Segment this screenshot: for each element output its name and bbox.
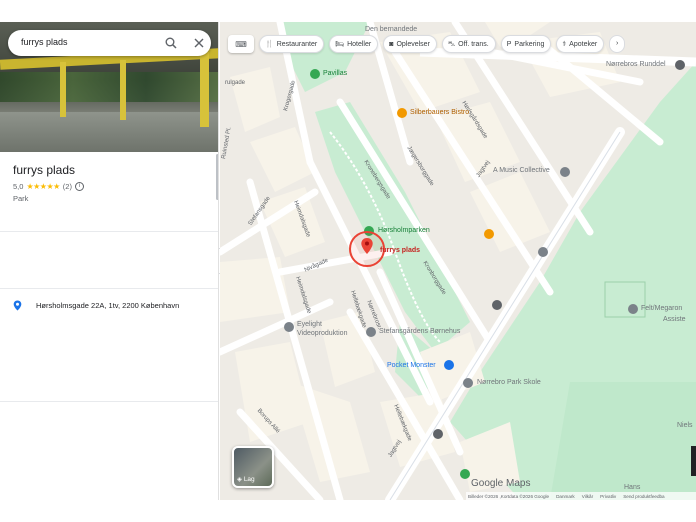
star-icons: ★★★★★ <box>26 182 60 191</box>
map-canvas[interactable]: Krogergade rulgade Ruinsted Pl. Stefansg… <box>220 22 696 500</box>
photo-trees <box>0 72 218 102</box>
poi-icon[interactable] <box>538 247 548 257</box>
layers-button[interactable]: ◈ Lag <box>232 446 274 488</box>
place-type[interactable]: Park <box>13 194 28 203</box>
park-icon[interactable] <box>310 69 320 79</box>
review-count[interactable]: (2) <box>63 182 72 191</box>
school-icon[interactable] <box>366 327 376 337</box>
transit-icon: ⛍ <box>447 40 456 48</box>
terms-link[interactable]: Vilkår <box>582 494 593 499</box>
transit-icon[interactable] <box>433 429 443 439</box>
chip-label: Restauranter <box>276 40 318 48</box>
search-icon[interactable] <box>164 36 178 50</box>
map-label[interactable]: Nørrebros Runddel <box>606 61 666 68</box>
chip-label: Parkering <box>514 40 545 48</box>
search-box[interactable]: furrys plads <box>8 30 211 56</box>
address-text: Hørsholmsgade 22A, 1tv, 2200 København <box>36 301 180 310</box>
place-photo[interactable]: furrys plads <box>0 22 218 152</box>
privacy-link[interactable]: Privatliv <box>600 494 616 499</box>
transit-icon[interactable] <box>492 300 502 310</box>
panel-scrollbar[interactable] <box>216 154 218 200</box>
photo-ground <box>0 112 218 152</box>
chip-hotels[interactable]: 🛏 Hoteller <box>329 35 379 53</box>
chip-label: Hoteller <box>347 40 372 48</box>
map-label: Hans <box>624 484 641 491</box>
map-label[interactable]: Videoproduktion <box>297 330 347 337</box>
poi-icon[interactable] <box>628 304 638 314</box>
side-control[interactable] <box>691 446 696 476</box>
chip-pharmacies[interactable]: ⚕ Apoteker <box>556 35 605 53</box>
map-label[interactable]: Felt/Megaron <box>641 305 682 312</box>
google-maps-logo: Google Maps <box>471 478 531 489</box>
chip-transit[interactable]: ⛍ Off. trans. <box>441 35 496 53</box>
close-icon[interactable] <box>192 36 206 50</box>
chip-attractions[interactable]: ◙ Oplevelser <box>383 35 437 53</box>
divider <box>0 231 218 232</box>
photo-post <box>200 52 209 127</box>
bed-icon: 🛏 <box>335 41 345 48</box>
rating-row[interactable]: 5,0 ★★★★★ (2) i <box>13 182 84 191</box>
park-icon[interactable] <box>460 469 470 479</box>
map-label: Assiste <box>663 316 686 323</box>
selected-place-label[interactable]: furrys plads <box>380 247 420 254</box>
map-label[interactable]: Nørrebro Park Skole <box>477 379 541 386</box>
parking-icon: P <box>506 40 512 48</box>
address-row[interactable]: Hørsholmsgade 22A, 1tv, 2200 København <box>13 300 179 311</box>
chevron-right-icon: › <box>616 40 619 47</box>
photo-post <box>60 62 66 117</box>
rating-value: 5,0 <box>13 182 24 191</box>
chip-label: Off. trans. <box>458 40 489 48</box>
map-label[interactable]: Stefansgårdens Børnehus <box>379 328 460 335</box>
poi-icon[interactable] <box>284 322 294 332</box>
keyboard-icon: ⌨ <box>235 39 247 49</box>
attribution-bar: Billeder ©2026 ,Kortdata ©2026 Google Da… <box>466 492 696 500</box>
attribution-country[interactable]: Danmark <box>556 494 575 499</box>
layers-text: Lag <box>243 476 255 483</box>
map-label[interactable]: Silberbauers Bistro <box>410 109 469 116</box>
map-label[interactable]: Pavillas <box>323 70 347 77</box>
divider <box>0 288 218 289</box>
chip-restaurants[interactable]: 🍴 Restauranter <box>259 35 325 53</box>
camera-icon: ◙ <box>389 40 394 48</box>
map-label[interactable]: A Music Collective <box>493 167 550 174</box>
divider <box>0 401 218 402</box>
restaurant-icon[interactable] <box>484 229 494 239</box>
street-label: rulgade <box>225 80 246 86</box>
music-icon[interactable] <box>560 167 570 177</box>
place-panel: furrys plads furrys plads 5,0 ★★★★★ (2) … <box>0 22 219 500</box>
chip-label: Oplevelser <box>396 40 430 48</box>
map-label[interactable]: Pocket Monster <box>387 362 436 369</box>
maps-window: furrys plads furrys plads 5,0 ★★★★★ (2) … <box>0 22 696 500</box>
map-label: Den bernandede <box>365 26 418 33</box>
map-label: Niels <box>677 422 693 429</box>
pharmacy-icon: ⚕ <box>562 41 567 48</box>
map-label[interactable]: Eyelight <box>297 321 322 328</box>
info-icon[interactable]: i <box>74 182 84 191</box>
school-icon[interactable] <box>463 378 473 388</box>
chips-next-button[interactable]: › <box>609 35 626 53</box>
shop-icon[interactable] <box>444 360 454 370</box>
feedback-link[interactable]: Send produktfeedba <box>623 494 664 499</box>
chip-label: Apoteker <box>569 40 598 48</box>
layers-label: ◈ Lag <box>237 475 255 483</box>
chip-parking[interactable]: P Parkering <box>500 35 552 53</box>
keyboard-shortcut-button[interactable]: ⌨ <box>228 35 254 53</box>
search-input[interactable]: furrys plads <box>21 37 68 47</box>
transit-icon[interactable] <box>675 60 685 70</box>
fork-knife-icon: 🍴 <box>265 41 274 48</box>
restaurant-icon[interactable] <box>397 108 407 118</box>
location-pin-icon <box>13 300 22 311</box>
photo-post <box>120 60 126 120</box>
attribution-text: Billeder ©2026 ,Kortdata ©2026 Google <box>468 493 550 499</box>
layers-icon: ◈ <box>237 476 244 483</box>
place-title: furrys plads <box>13 163 76 177</box>
category-chips: ⌨ 🍴 Restauranter 🛏 Hoteller ◙ Oplevelser ⛍ O… <box>228 35 626 53</box>
